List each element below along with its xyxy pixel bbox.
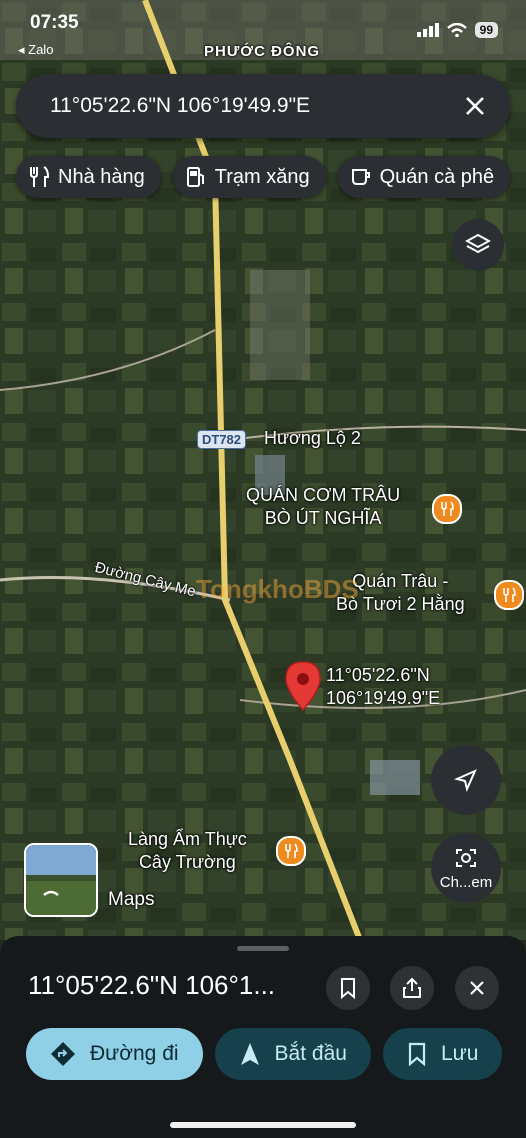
- close-icon: [470, 981, 484, 995]
- signal-icon: [416, 23, 439, 37]
- place-bottom-sheet[interactable]: 11°05'22.6"N 106°1... Đường đi Bắt đầu L…: [0, 936, 526, 1138]
- save-label: Lưu: [440, 1042, 479, 1065]
- street-view-image: [26, 845, 96, 915]
- restaurant-marker-icon[interactable]: [494, 580, 524, 610]
- chip-label: Nhà hàng: [58, 165, 145, 188]
- category-chips: Nhà hàng Trạm xăng Quán cà phê: [16, 156, 511, 198]
- pin-longitude: 106°19'49.9"E: [326, 688, 441, 708]
- search-query: 11°05'22.6"N 106°19'49.9"E: [50, 94, 311, 117]
- chip-label: Quán cà phê: [379, 165, 495, 188]
- road-badge-dt782: DT782: [197, 430, 247, 449]
- poi-label-lang-am-thuc[interactable]: Làng Ẩm Thực Cây Trường: [128, 828, 247, 874]
- poi-name-line1: QUÁN CƠM TRÂU: [246, 485, 401, 505]
- gas-station-icon: [186, 167, 204, 187]
- pin-coordinates-label: 11°05'22.6"N 106°19'49.9"E: [326, 664, 440, 710]
- poi-name-line2: BÒ ÚT NGHĨA: [264, 508, 382, 528]
- coffee-icon: [351, 169, 370, 185]
- chip-gas-stations[interactable]: Trạm xăng: [172, 156, 326, 198]
- close-sheet-button[interactable]: [455, 966, 499, 1010]
- home-indicator: [170, 1122, 356, 1128]
- bookmark-icon: [341, 978, 355, 999]
- restaurant-icon: [285, 843, 298, 858]
- action-buttons: Đường đi Bắt đầu Lưu: [26, 1028, 503, 1080]
- start-button[interactable]: Bắt đầu: [214, 1028, 371, 1080]
- directions-icon: [51, 1042, 75, 1066]
- back-to-app-link[interactable]: ◂ Zalo: [18, 42, 53, 58]
- camera-label: Ch...em: [439, 873, 493, 891]
- restaurant-marker-icon[interactable]: [432, 494, 462, 524]
- road-label-huong-lo: Hương Lộ 2: [264, 428, 361, 448]
- watermark: TongkhoBDS: [196, 574, 359, 604]
- directions-label: Đường đi: [90, 1042, 179, 1065]
- chip-coffee[interactable]: Quán cà phê: [337, 156, 511, 198]
- sheet-title: 11°05'22.6"N 106°1...: [28, 970, 276, 1000]
- navigation-arrow-icon: [454, 769, 477, 792]
- street-view-thumbnail[interactable]: [24, 843, 98, 917]
- save-button[interactable]: Lưu: [382, 1028, 503, 1080]
- sheet-drag-handle[interactable]: [237, 946, 289, 951]
- camera-button[interactable]: Ch...em: [431, 833, 501, 903]
- restaurant-icon: [441, 501, 454, 516]
- chip-restaurants[interactable]: Nhà hàng: [16, 156, 161, 198]
- poi-name-line1: Làng Ẩm Thực: [128, 829, 247, 849]
- share-button[interactable]: [390, 966, 434, 1010]
- chip-label: Trạm xăng: [214, 165, 310, 188]
- restaurant-marker-icon[interactable]: [276, 836, 306, 866]
- location-pin-icon[interactable]: [284, 660, 322, 712]
- place-label-phuoc-dong: PHƯỚC ĐÔNG: [204, 43, 321, 60]
- start-label: Bắt đầu: [274, 1042, 347, 1065]
- navigation-start-icon: [240, 1043, 259, 1065]
- directions-button[interactable]: Đường đi: [26, 1028, 203, 1080]
- status-icons: 99: [416, 22, 498, 38]
- bookmark-icon: [408, 1042, 426, 1067]
- battery-indicator: 99: [474, 22, 498, 38]
- poi-name-line2: Cây Trường: [138, 852, 236, 872]
- camera-icon: [456, 848, 476, 867]
- restaurant-icon: [503, 587, 516, 602]
- my-location-button[interactable]: [431, 745, 501, 815]
- wifi-icon: [446, 23, 467, 37]
- maps-label: Maps: [108, 889, 155, 910]
- save-bookmark-button[interactable]: [326, 966, 370, 1010]
- close-icon[interactable]: [460, 91, 490, 121]
- search-bar[interactable]: 11°05'22.6"N 106°19'49.9"E: [16, 74, 510, 138]
- layers-button[interactable]: [452, 219, 504, 271]
- poi-label-quan-com-trau[interactable]: QUÁN CƠM TRÂU BÒ ÚT NGHĨA: [246, 484, 400, 530]
- layers-icon: [465, 233, 491, 254]
- share-icon: [403, 977, 421, 998]
- satellite-map[interactable]: 07:35 ◂ Zalo 99 PHƯỚC ĐÔNG 11°05'22.6"N …: [0, 0, 526, 940]
- restaurant-icon: [30, 166, 50, 187]
- status-time: 07:35: [30, 12, 79, 33]
- pin-latitude: 11°05'22.6"N: [326, 665, 430, 685]
